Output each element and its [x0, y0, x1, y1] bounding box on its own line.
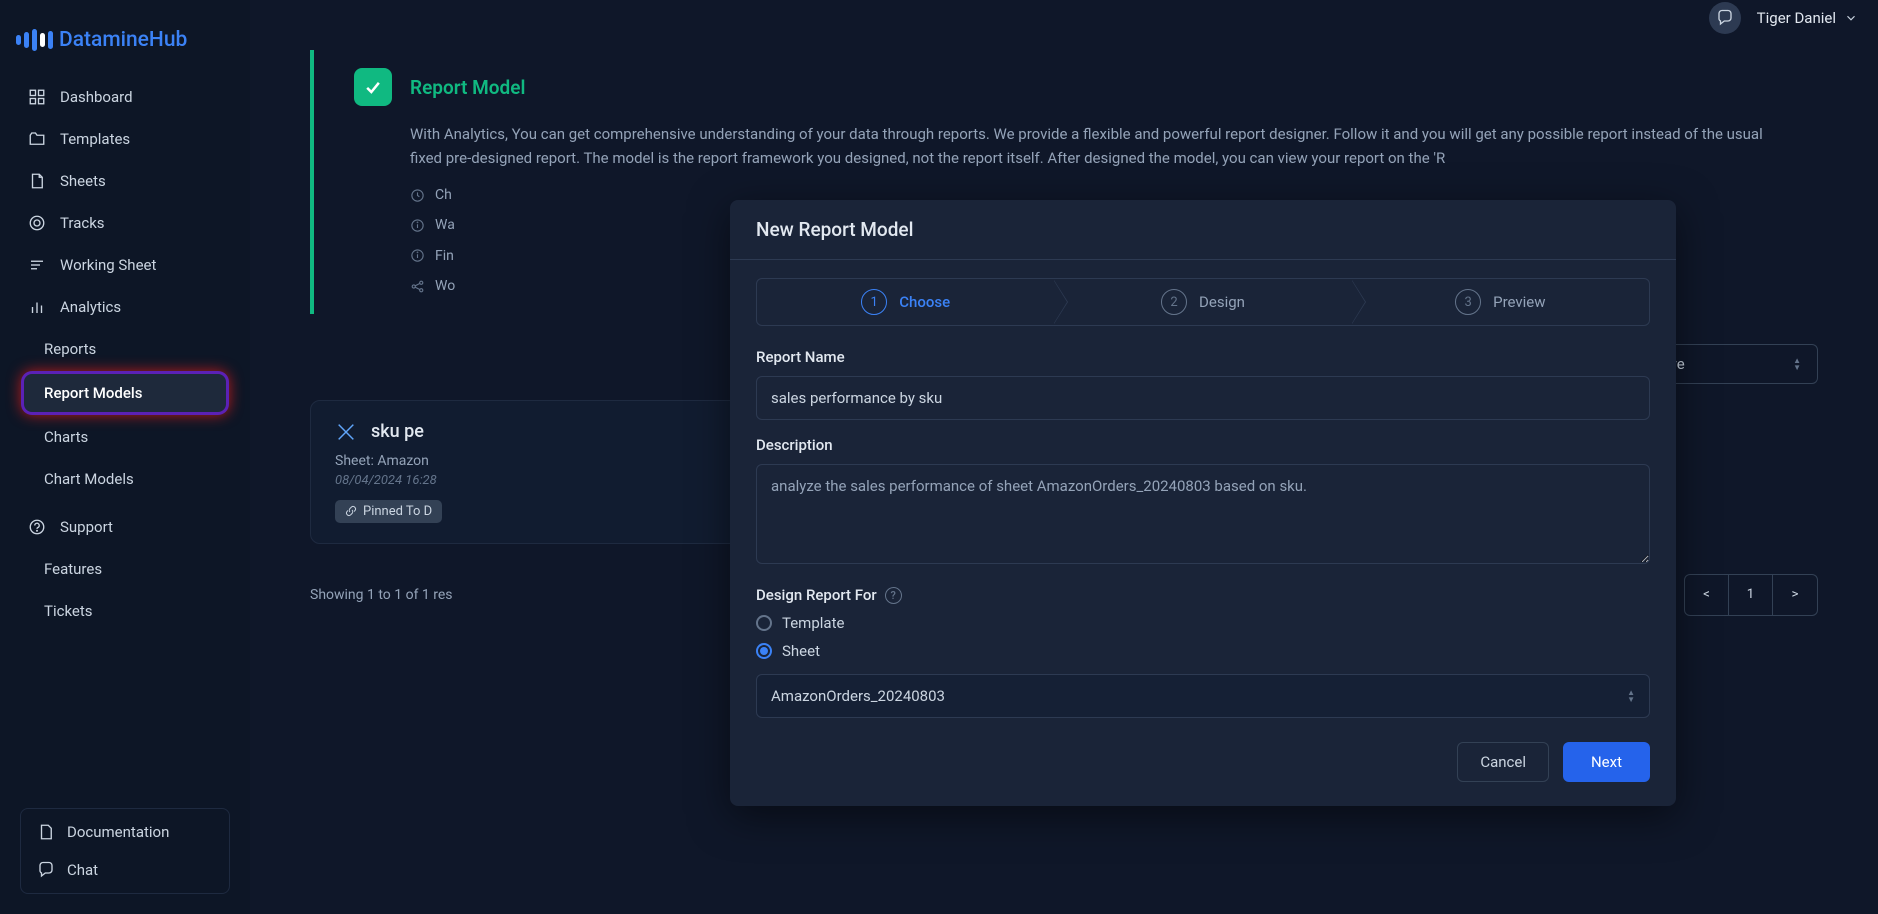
sidebar-chat[interactable]: Chat — [21, 851, 229, 889]
card-title: sku pe — [371, 421, 424, 442]
logo-bars-icon — [16, 29, 53, 51]
chat-icon — [37, 861, 55, 879]
grid-icon — [28, 88, 46, 106]
updown-icon: ▲▼ — [1627, 689, 1635, 703]
bar-chart-icon — [28, 298, 46, 316]
sidebar-item-label: Analytics — [60, 298, 121, 316]
check-badge-icon — [354, 68, 392, 106]
file-icon — [28, 172, 46, 190]
sidebar-item-label: Charts — [44, 428, 88, 446]
brand-logo[interactable]: DatamineHub — [0, 12, 250, 76]
main-area: Tiger Daniel Report Model With Analytics… — [250, 0, 1878, 914]
sidebar-item-label: Support — [60, 518, 113, 536]
list-icon — [28, 256, 46, 274]
new-report-model-modal: New Report Model 1 Choose 2 Design 3 Pre… — [730, 200, 1676, 806]
target-icon — [28, 214, 46, 232]
results-text: Showing 1 to 1 of 1 res — [310, 587, 453, 603]
sidebar-item-label: Documentation — [67, 823, 169, 841]
sidebar-item-dashboard[interactable]: Dashboard — [0, 76, 250, 118]
page-next-button[interactable]: > — [1773, 575, 1817, 615]
step-design[interactable]: 2 Design — [1054, 279, 1351, 325]
sidebar-item-label: Chat — [67, 861, 98, 879]
topbar-chat-button[interactable] — [1709, 2, 1741, 34]
page-icon — [37, 823, 55, 841]
step-choose[interactable]: 1 Choose — [757, 279, 1054, 325]
report-name-input[interactable] — [756, 376, 1650, 420]
speech-icon — [1716, 9, 1734, 27]
updown-icon: ▲▼ — [1793, 357, 1801, 371]
nav-section: Dashboard Templates Sheets Tracks Workin… — [0, 76, 250, 800]
sheet-select[interactable]: AmazonOrders_20240803 ▲▼ — [756, 674, 1650, 718]
sidebar-item-label: Features — [44, 560, 102, 578]
sidebar-item-label: Tickets — [44, 602, 93, 620]
sidebar-item-label: Reports — [44, 340, 96, 358]
description-label: Description — [756, 436, 1650, 454]
user-menu[interactable]: Tiger Daniel — [1757, 9, 1858, 27]
page-prev-button[interactable]: < — [1685, 575, 1729, 615]
sidebar-bottom-box: Documentation Chat — [20, 808, 230, 894]
share-icon — [410, 279, 425, 294]
help-icon — [28, 518, 46, 536]
sidebar: DatamineHub Dashboard Templates Sheets T… — [0, 0, 250, 914]
sidebar-item-label: Templates — [60, 130, 130, 148]
sidebar-item-label: Working Sheet — [60, 256, 156, 274]
design-for-label: Design Report For ? — [756, 586, 1650, 604]
description-input[interactable] — [756, 464, 1650, 564]
topbar: Tiger Daniel — [250, 0, 1878, 36]
user-name: Tiger Daniel — [1757, 9, 1836, 27]
pinned-badge: Pinned To D — [335, 500, 442, 523]
sidebar-item-templates[interactable]: Templates — [0, 118, 250, 160]
sidebar-subitem-tickets[interactable]: Tickets — [0, 590, 250, 632]
sidebar-item-label: Tracks — [60, 214, 105, 232]
sidebar-item-label: Report Models — [44, 384, 142, 402]
panel-title: Report Model — [410, 76, 525, 99]
folder-icon — [28, 130, 46, 148]
next-button[interactable]: Next — [1563, 742, 1650, 782]
sidebar-item-label: Dashboard — [60, 88, 133, 106]
sidebar-item-working-sheet[interactable]: Working Sheet — [0, 244, 250, 286]
help-icon[interactable]: ? — [885, 587, 902, 604]
stepper: 1 Choose 2 Design 3 Preview — [756, 278, 1650, 326]
cancel-button[interactable]: Cancel — [1457, 742, 1549, 782]
page-current-button[interactable]: 1 — [1729, 575, 1773, 615]
report-name-label: Report Name — [756, 348, 1650, 366]
sidebar-item-label: Chart Models — [44, 470, 134, 488]
info-icon — [410, 248, 425, 263]
step-preview[interactable]: 3 Preview — [1352, 279, 1649, 325]
clock-icon — [410, 188, 425, 203]
design-icon — [335, 421, 357, 443]
sidebar-item-label: Sheets — [60, 172, 106, 190]
radio-template[interactable]: Template — [756, 614, 1650, 632]
brand-name: DatamineHub — [59, 28, 187, 52]
chevron-down-icon — [1844, 11, 1858, 25]
info-icon — [410, 218, 425, 233]
sidebar-item-support[interactable]: Support — [0, 506, 250, 548]
sidebar-subitem-report-models[interactable]: Report Models — [24, 374, 226, 412]
pagination: < 1 > — [1684, 574, 1818, 616]
radio-sheet[interactable]: Sheet — [756, 642, 1650, 660]
sidebar-documentation[interactable]: Documentation — [21, 813, 229, 851]
link-icon — [345, 505, 357, 517]
sidebar-item-sheets[interactable]: Sheets — [0, 160, 250, 202]
sidebar-item-analytics[interactable]: Analytics — [0, 286, 250, 328]
sidebar-subitem-charts[interactable]: Charts — [0, 416, 250, 458]
radio-icon — [756, 615, 772, 631]
sidebar-subitem-reports[interactable]: Reports — [0, 328, 250, 370]
modal-title: New Report Model — [730, 200, 1676, 260]
radio-icon — [756, 643, 772, 659]
sidebar-subitem-features[interactable]: Features — [0, 548, 250, 590]
sidebar-subitem-chart-models[interactable]: Chart Models — [0, 458, 250, 500]
sidebar-item-tracks[interactable]: Tracks — [0, 202, 250, 244]
